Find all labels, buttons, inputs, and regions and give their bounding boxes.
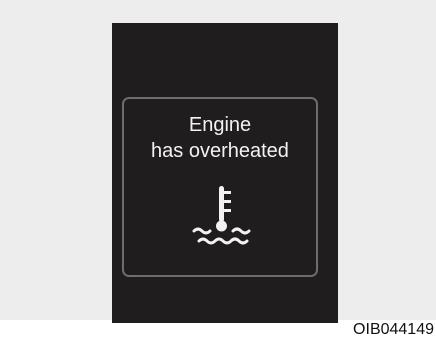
engine-coolant-temperature-icon (192, 186, 251, 245)
warning-line-1: Engine (188, 114, 252, 136)
warning-message-box: Engine has overheated (122, 97, 318, 277)
warning-line-2: has overheated (151, 140, 289, 162)
cluster-display: Engine has overheated (112, 23, 338, 323)
figure-code: OIB044149 (353, 321, 434, 338)
